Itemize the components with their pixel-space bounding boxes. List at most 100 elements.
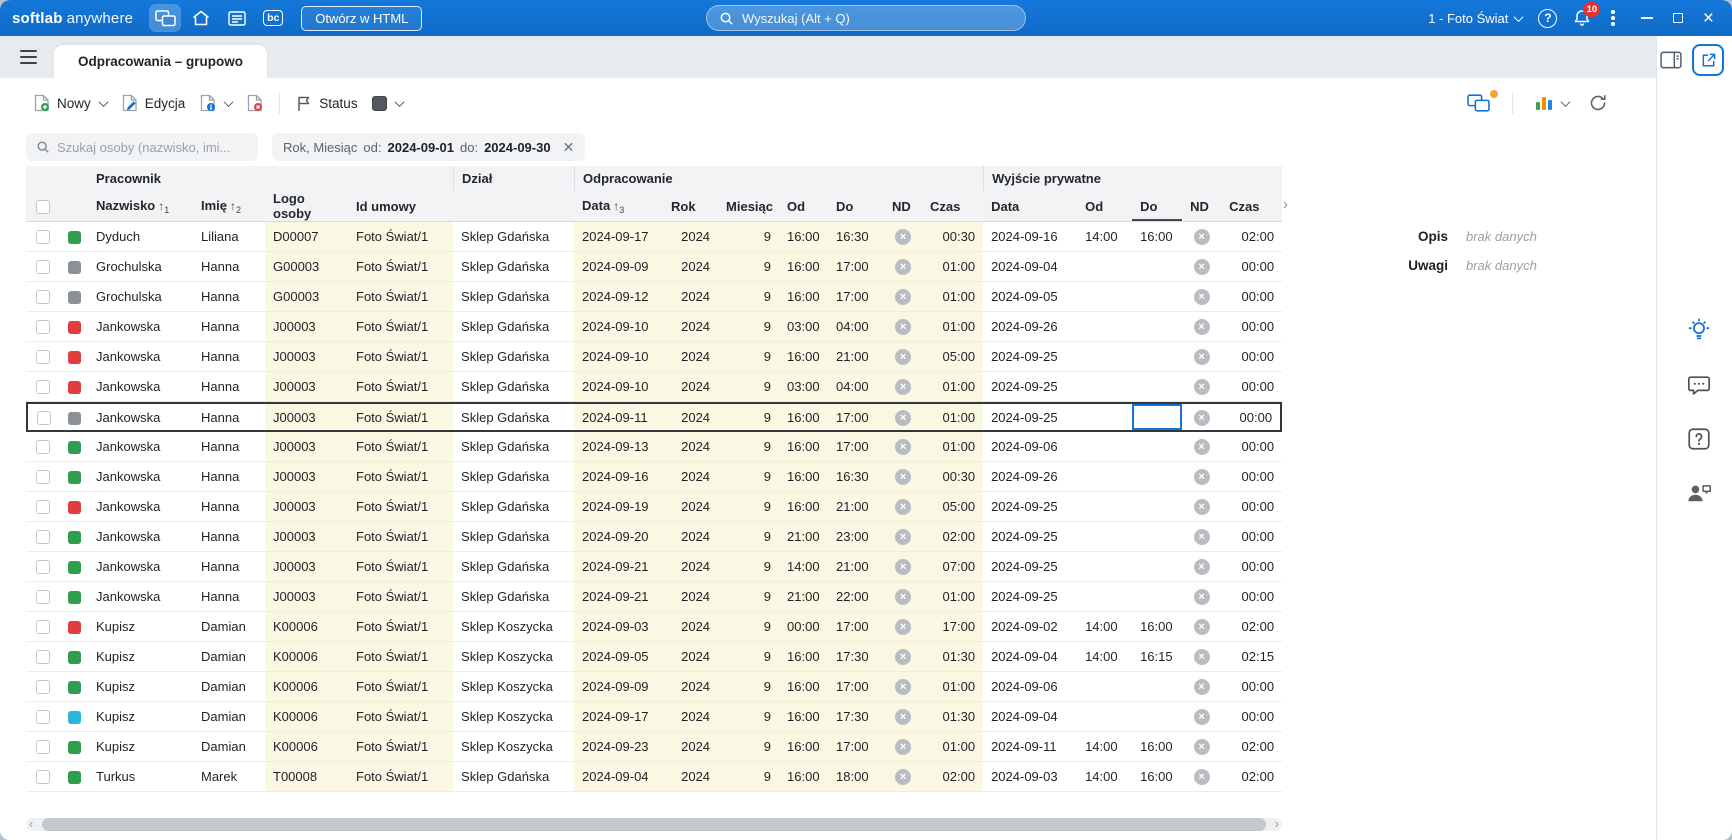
- cell-nd2[interactable]: ×: [1182, 672, 1222, 702]
- cell-nd2[interactable]: ×: [1182, 462, 1222, 492]
- cell-nd[interactable]: ×: [884, 372, 923, 402]
- cell-imie[interactable]: Hanna: [193, 282, 265, 312]
- cell-miesiac[interactable]: 9: [718, 462, 780, 492]
- cell-logo-osoby[interactable]: K00006: [265, 642, 348, 672]
- cell-dzial[interactable]: Sklep Gdańska: [453, 522, 575, 552]
- cell-czas[interactable]: 00:30: [922, 222, 984, 252]
- global-search-input[interactable]: [742, 10, 1013, 26]
- cell-czas[interactable]: 05:00: [922, 342, 984, 372]
- cell-data-odpracowania[interactable]: 2024-09-20: [574, 522, 664, 552]
- cell-do2[interactable]: 16:15: [1132, 642, 1183, 672]
- cell-czas2[interactable]: 00:00: [1221, 252, 1283, 282]
- cell-data-wyjscia[interactable]: 2024-09-16: [983, 222, 1078, 252]
- cell-miesiac[interactable]: 9: [718, 372, 780, 402]
- cell-rok[interactable]: 2024: [663, 222, 719, 252]
- filter-chip-date-range[interactable]: Rok, Miesiąc od: 2024-09-01 do: 2024-09-…: [272, 133, 586, 161]
- cell-od[interactable]: 16:00: [779, 732, 829, 762]
- side-panel-toggle-button[interactable]: [1660, 51, 1682, 69]
- cell-czas[interactable]: 01:00: [922, 372, 984, 402]
- cell-od2[interactable]: [1077, 282, 1133, 312]
- cell-data-odpracowania[interactable]: 2024-09-03: [574, 612, 664, 642]
- cell-checkbox[interactable]: [26, 462, 60, 492]
- cell-dzial[interactable]: Sklep Koszycka: [453, 732, 575, 762]
- cell-od2[interactable]: [1077, 432, 1133, 462]
- maximize-button[interactable]: [1672, 13, 1683, 23]
- cell-nazwisko[interactable]: Jankowska: [88, 312, 193, 342]
- cell-czas2[interactable]: 00:00: [1221, 702, 1283, 732]
- cell-do[interactable]: 18:00: [828, 762, 885, 792]
- cell-dzial[interactable]: Sklep Koszycka: [453, 672, 575, 702]
- cell-czas[interactable]: 00:30: [922, 462, 984, 492]
- cell-data-wyjscia[interactable]: 2024-09-04: [983, 252, 1078, 282]
- cell-czas2[interactable]: 00:00: [1221, 372, 1283, 402]
- cell-od2[interactable]: 14:00: [1077, 612, 1133, 642]
- col-id-umowy[interactable]: Id umowy: [348, 191, 454, 222]
- scroll-right-icon[interactable]: ›: [1275, 816, 1279, 831]
- col-do2[interactable]: Do: [1132, 191, 1183, 222]
- row-checkbox[interactable]: [36, 680, 50, 695]
- table-row[interactable]: Jankowska Hanna J00003 Foto Świat/1 Skle…: [26, 342, 1283, 372]
- cell-dzial[interactable]: Sklep Koszycka: [453, 642, 575, 672]
- close-button[interactable]: ×: [1703, 9, 1714, 28]
- cell-nd2[interactable]: ×: [1182, 492, 1222, 522]
- row-checkbox[interactable]: [36, 470, 50, 485]
- cell-czas2[interactable]: 00:00: [1221, 552, 1283, 582]
- person-search[interactable]: [26, 133, 258, 161]
- cell-nd[interactable]: ×: [884, 222, 923, 252]
- cell-imie[interactable]: Hanna: [193, 522, 265, 552]
- cell-checkbox[interactable]: [26, 702, 60, 732]
- cell-czas[interactable]: 02:00: [922, 762, 984, 792]
- cell-do2[interactable]: [1132, 252, 1183, 282]
- open-in-html-button[interactable]: Otwórz w HTML: [301, 5, 423, 31]
- new-button[interactable]: Nowy: [26, 89, 114, 117]
- cell-imie[interactable]: Hanna: [193, 402, 265, 432]
- cell-miesiac[interactable]: 9: [718, 312, 780, 342]
- comments-button[interactable]: [1687, 374, 1711, 396]
- cell-logo-osoby[interactable]: G00003: [265, 282, 348, 312]
- row-checkbox[interactable]: [36, 710, 50, 725]
- cell-data-odpracowania[interactable]: 2024-09-13: [574, 432, 664, 462]
- cell-od2[interactable]: [1077, 402, 1133, 432]
- cell-nd2[interactable]: ×: [1182, 372, 1222, 402]
- cell-nd[interactable]: ×: [884, 492, 923, 522]
- row-checkbox[interactable]: [36, 620, 50, 635]
- bc-button[interactable]: bc: [258, 5, 288, 31]
- row-checkbox[interactable]: [36, 740, 50, 755]
- cell-do[interactable]: 22:00: [828, 582, 885, 612]
- cell-dzial[interactable]: Sklep Gdańska: [453, 312, 575, 342]
- cell-do2[interactable]: [1132, 312, 1183, 342]
- cell-miesiac[interactable]: 9: [718, 732, 780, 762]
- cell-logo-osoby[interactable]: J00003: [265, 522, 348, 552]
- cell-dzial[interactable]: Sklep Gdańska: [453, 222, 575, 252]
- cell-czas[interactable]: 01:30: [922, 642, 984, 672]
- cell-czas[interactable]: 01:00: [922, 312, 984, 342]
- cell-nd[interactable]: ×: [884, 582, 923, 612]
- document-options-button[interactable]: [192, 89, 239, 117]
- cell-data-odpracowania[interactable]: 2024-09-16: [574, 462, 664, 492]
- cell-logo-osoby[interactable]: J00003: [265, 582, 348, 612]
- cell-od[interactable]: 16:00: [779, 222, 829, 252]
- cell-miesiac[interactable]: 9: [718, 432, 780, 462]
- cell-miesiac[interactable]: 9: [718, 702, 780, 732]
- cell-do2[interactable]: [1132, 282, 1183, 312]
- cell-logo-osoby[interactable]: J00003: [265, 432, 348, 462]
- news-button[interactable]: [222, 5, 252, 31]
- col-data-wyjscia[interactable]: Data: [983, 191, 1078, 222]
- cell-czas[interactable]: 01:30: [922, 702, 984, 732]
- cell-logo-osoby[interactable]: G00003: [265, 252, 348, 282]
- col-nd2[interactable]: ND: [1182, 191, 1222, 222]
- cell-nazwisko[interactable]: Jankowska: [88, 462, 193, 492]
- table-row[interactable]: Jankowska Hanna J00003 Foto Świat/1 Skle…: [26, 372, 1283, 402]
- cell-logo-osoby[interactable]: K00006: [265, 732, 348, 762]
- cell-nazwisko[interactable]: Jankowska: [88, 432, 193, 462]
- cell-data-wyjscia[interactable]: 2024-09-04: [983, 642, 1078, 672]
- cell-od[interactable]: 00:00: [779, 612, 829, 642]
- cell-data-odpracowania[interactable]: 2024-09-12: [574, 282, 664, 312]
- cell-id-umowy[interactable]: Foto Świat/1: [348, 672, 454, 702]
- cell-nazwisko[interactable]: Kupisz: [88, 612, 193, 642]
- cell-data-odpracowania[interactable]: 2024-09-17: [574, 702, 664, 732]
- chart-button[interactable]: [1528, 90, 1576, 116]
- cell-nd[interactable]: ×: [884, 702, 923, 732]
- select-all-checkbox[interactable]: [36, 199, 50, 214]
- cell-nd[interactable]: ×: [884, 402, 923, 432]
